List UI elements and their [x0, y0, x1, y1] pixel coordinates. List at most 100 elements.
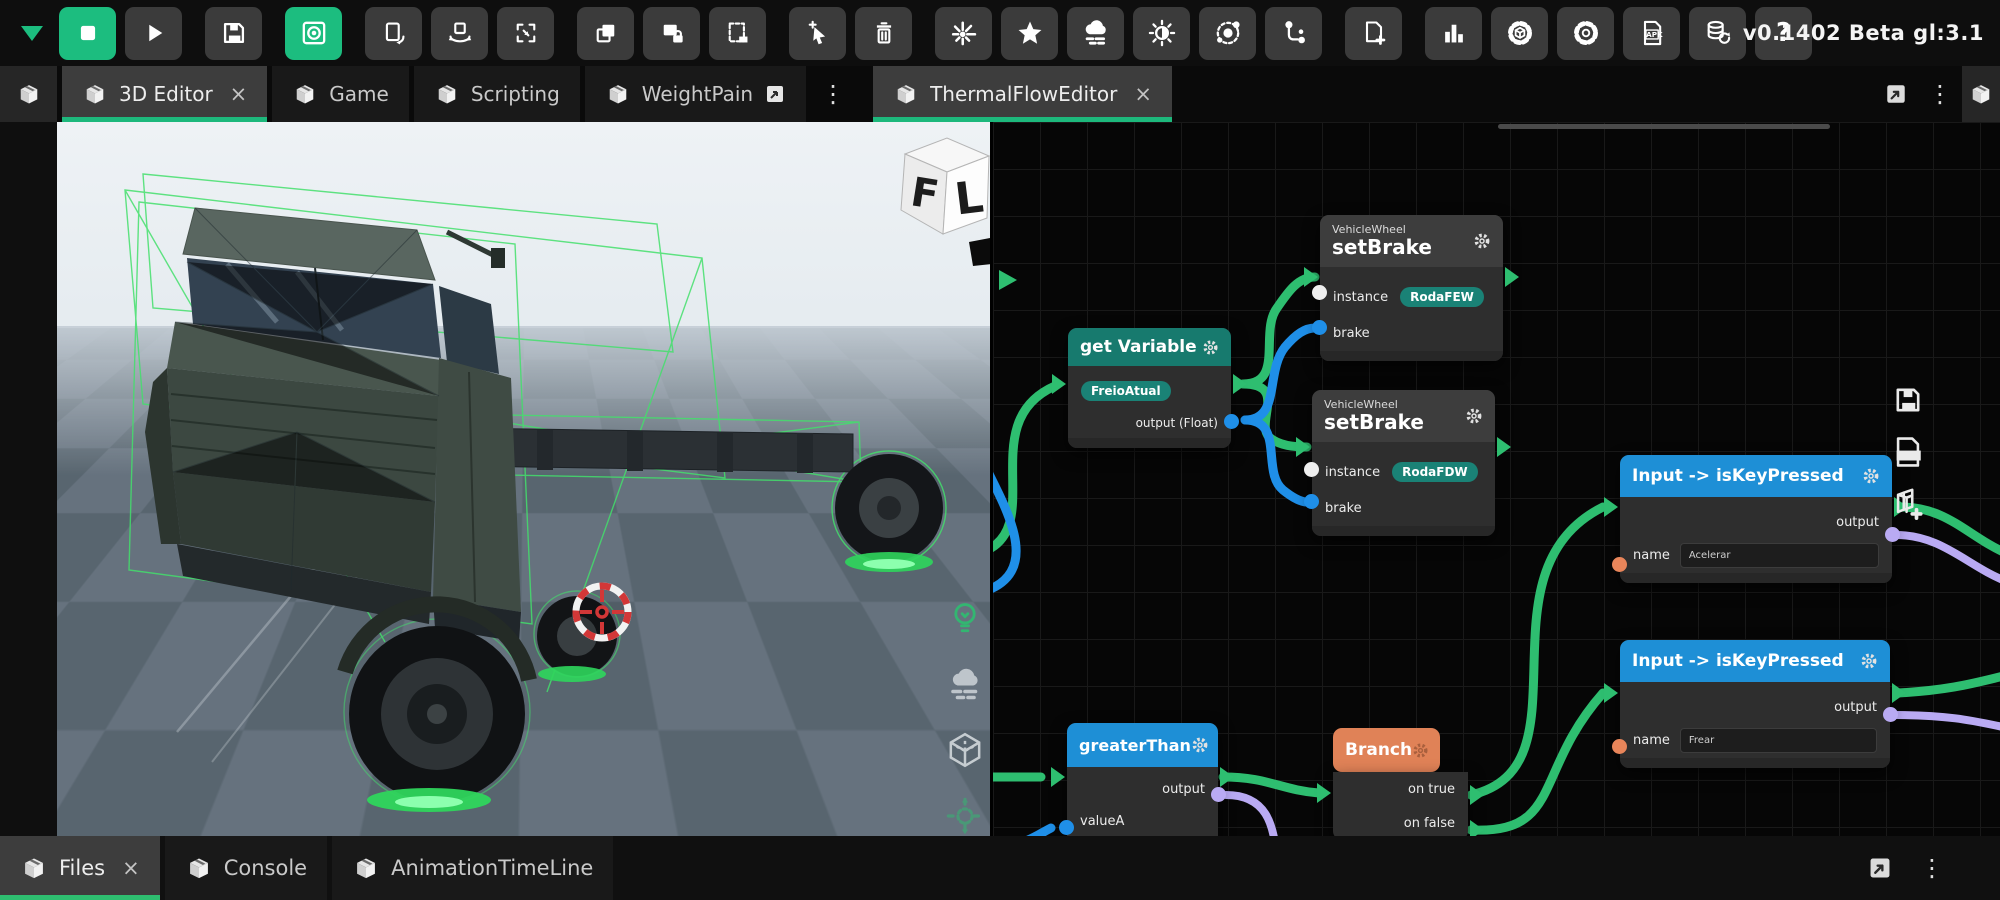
- horizontal-scrollbar[interactable]: [1498, 124, 1830, 129]
- name-port[interactable]: [1612, 739, 1627, 754]
- exec-in-port[interactable]: [1604, 683, 1618, 703]
- gear-icon[interactable]: [1465, 407, 1483, 425]
- statistics-button[interactable]: [1425, 7, 1482, 60]
- node-pin-button[interactable]: [1265, 7, 1322, 60]
- node-input-iskeypressed-1[interactable]: Input -> isKeyPressed output name: [1620, 455, 1892, 583]
- tab-game[interactable]: Game: [272, 66, 409, 122]
- panel-popout-button[interactable]: [1874, 66, 1918, 122]
- fit-scale-button[interactable]: [497, 7, 554, 60]
- node-header[interactable]: greaterThan: [1067, 723, 1218, 767]
- output-port[interactable]: [1883, 707, 1898, 722]
- exec-out-port[interactable]: [1220, 767, 1234, 787]
- brake-port[interactable]: [1312, 320, 1327, 335]
- exec-in-port[interactable]: [1317, 783, 1331, 803]
- instance-port[interactable]: [1312, 285, 1327, 300]
- rotate-view-button[interactable]: [365, 7, 422, 60]
- instance-pill[interactable]: RodaFDW: [1392, 462, 1478, 482]
- stop-button[interactable]: [59, 7, 116, 60]
- panel-menu-button[interactable]: ⋮: [1918, 66, 1962, 122]
- gear-icon[interactable]: [1862, 467, 1880, 485]
- node-header[interactable]: VehicleWheelsetBrake: [1320, 215, 1503, 267]
- bottom-panel-menu-button[interactable]: ⋮: [1910, 836, 1954, 900]
- add-prefab-button[interactable]: [1890, 486, 1926, 522]
- name-port[interactable]: [1612, 557, 1627, 572]
- on-false-port[interactable]: [1470, 820, 1484, 836]
- light-toggle[interactable]: [941, 594, 989, 642]
- gizmo-toggle[interactable]: [941, 792, 989, 836]
- brightness-button[interactable]: [1133, 7, 1190, 60]
- tab-animationtimeline[interactable]: AnimationTimeLine: [332, 836, 613, 900]
- 3d-viewport[interactable]: F L: [57, 122, 990, 836]
- target-gizmo[interactable]: [576, 586, 628, 638]
- exec-in-port[interactable]: [1304, 267, 1318, 287]
- play-button[interactable]: [125, 7, 182, 60]
- pointer-add-button[interactable]: [789, 7, 846, 60]
- orbit-rotate-button[interactable]: [431, 7, 488, 60]
- node-setbrake-2[interactable]: VehicleWheelsetBrake instanceRodaFDW bra…: [1312, 390, 1495, 536]
- close-icon[interactable]: ×: [1134, 82, 1152, 106]
- node-branch[interactable]: Branch on true on false: [1333, 728, 1468, 836]
- close-icon[interactable]: ×: [230, 82, 248, 106]
- preview-button[interactable]: [285, 7, 342, 60]
- favorite-button[interactable]: [1001, 7, 1058, 60]
- engine-settings-button[interactable]: [1491, 7, 1548, 60]
- weather-fog-button[interactable]: [1067, 7, 1124, 60]
- save-button[interactable]: [205, 7, 262, 60]
- tab-console[interactable]: Console: [165, 836, 327, 900]
- run-menu-caret-icon[interactable]: [21, 26, 43, 41]
- exec-out-port[interactable]: [1505, 267, 1519, 287]
- weather-toggle[interactable]: [941, 660, 989, 708]
- node-setbrake-1[interactable]: VehicleWheelsetBrake instanceRodaFEW bra…: [1320, 215, 1503, 361]
- gear-icon[interactable]: [1191, 736, 1209, 754]
- exec-in-port[interactable]: [1604, 497, 1618, 517]
- exec-in-port[interactable]: [1052, 374, 1066, 394]
- tab-3d-editor[interactable]: 3D Editor ×: [62, 66, 267, 122]
- exec-out-port[interactable]: [1497, 437, 1511, 457]
- node-greaterthan[interactable]: greaterThan output valueA: [1067, 723, 1218, 836]
- apk-export-button[interactable]: APK: [1623, 7, 1680, 60]
- variable-pill[interactable]: FreioAtual: [1081, 381, 1171, 401]
- delete-button[interactable]: [855, 7, 912, 60]
- tab-files[interactable]: Files ×: [0, 836, 160, 900]
- popout-icon[interactable]: [764, 83, 786, 105]
- node-editor-panel[interactable]: get Variable FreioAtual output (Float) V…: [993, 122, 2000, 836]
- node-get-variable[interactable]: get Variable FreioAtual output (Float): [1068, 328, 1231, 448]
- instance-pill[interactable]: RodaFEW: [1400, 287, 1484, 307]
- node-header[interactable]: VehicleWheelsetBrake: [1312, 390, 1495, 442]
- exec-out-port[interactable]: [1233, 374, 1247, 394]
- tab-overflow-menu[interactable]: ⋮: [811, 66, 855, 122]
- node-header[interactable]: Input -> isKeyPressed: [1620, 640, 1890, 682]
- bounds-cube-toggle[interactable]: [941, 726, 989, 774]
- duplicate-locked-button[interactable]: [643, 7, 700, 60]
- node-header[interactable]: Branch: [1333, 728, 1440, 772]
- bottom-panel-popout-button[interactable]: [1858, 836, 1902, 900]
- value-a-port[interactable]: [1059, 820, 1074, 835]
- dock-handle-right[interactable]: [1962, 66, 2000, 122]
- tab-thermalfloweditor[interactable]: ThermalFlowEditor ×: [873, 66, 1172, 122]
- node-header[interactable]: get Variable: [1068, 328, 1231, 366]
- tab-weightpain[interactable]: WeightPain: [585, 66, 806, 122]
- name-input[interactable]: [1680, 543, 1879, 568]
- gear-icon[interactable]: [1473, 232, 1491, 250]
- instance-port[interactable]: [1304, 462, 1319, 477]
- close-icon[interactable]: ×: [122, 856, 140, 880]
- select-region-button[interactable]: [709, 7, 766, 60]
- exec-in-port[interactable]: [1051, 767, 1065, 787]
- target-settings-button[interactable]: [1557, 7, 1614, 60]
- gear-icon[interactable]: [1412, 742, 1429, 759]
- lens-flare-button[interactable]: [935, 7, 992, 60]
- exec-in-port[interactable]: [1296, 437, 1310, 457]
- node-header[interactable]: Input -> isKeyPressed: [1620, 455, 1892, 497]
- output-port[interactable]: [1224, 414, 1239, 429]
- output-port[interactable]: [1885, 527, 1900, 542]
- database-sync-button[interactable]: [1689, 7, 1746, 60]
- save-graph-button[interactable]: [1890, 382, 1926, 418]
- name-input[interactable]: [1680, 728, 1877, 753]
- brake-port[interactable]: [1304, 494, 1319, 509]
- var-file-button[interactable]: VAR: [1890, 434, 1926, 470]
- node-input-iskeypressed-2[interactable]: Input -> isKeyPressed output name: [1620, 640, 1890, 768]
- on-true-port[interactable]: [1470, 785, 1484, 805]
- orbit-settings-button[interactable]: [1199, 7, 1256, 60]
- output-port[interactable]: [1211, 787, 1226, 802]
- dock-handle-left[interactable]: [0, 66, 57, 122]
